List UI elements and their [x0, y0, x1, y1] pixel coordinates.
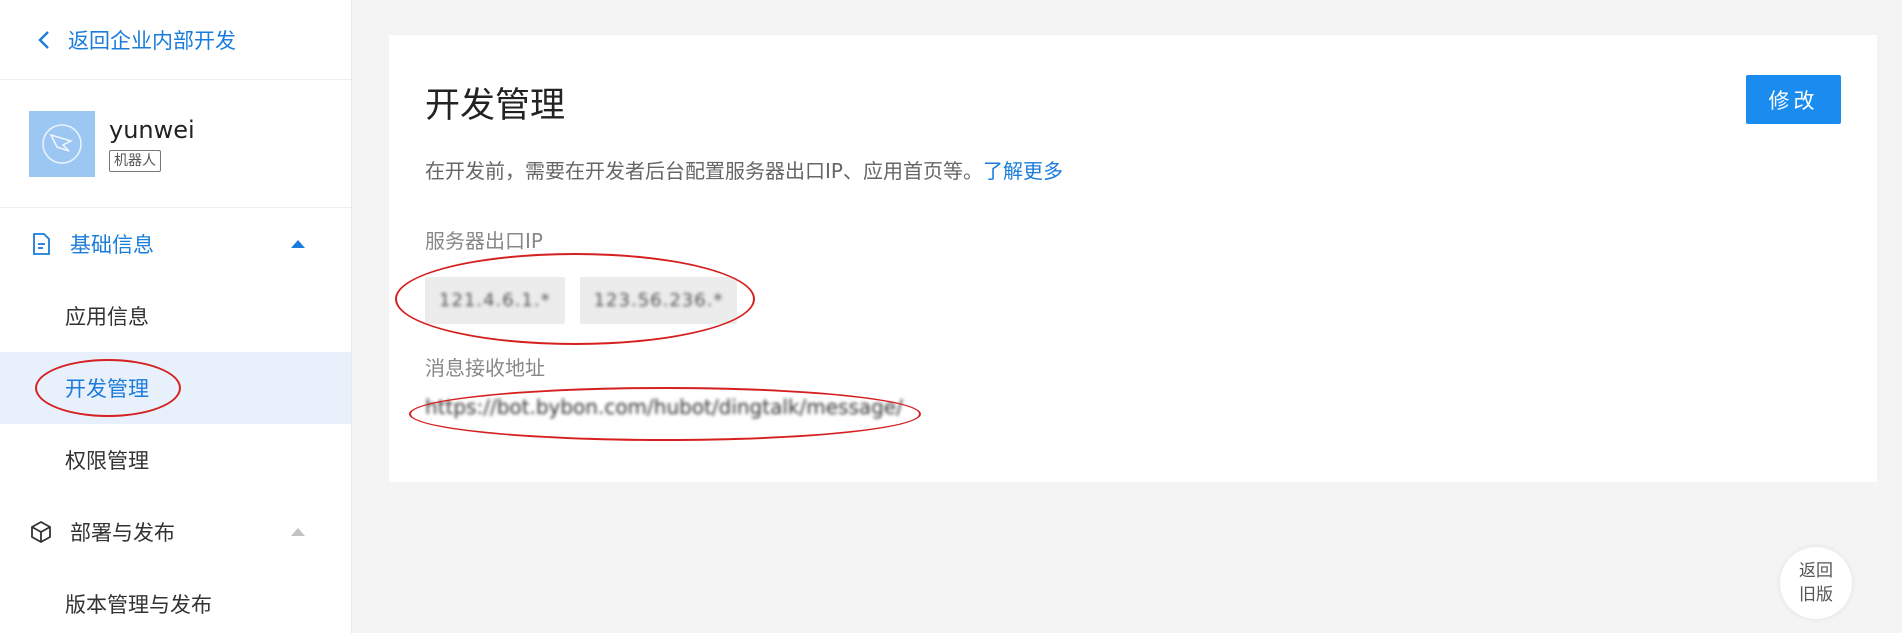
document-icon	[33, 233, 50, 255]
nav-group-label: 基础信息	[70, 233, 154, 257]
nav-group-label: 部署与发布	[70, 521, 175, 545]
dev-management-card: 开发管理 修改 在开发前，需要在开发者后台配置服务器出口IP、应用首页等。了解更…	[389, 35, 1877, 482]
back-link-label: 返回企业内部开发	[68, 28, 236, 53]
app-card: yunwei 机器人	[0, 80, 351, 208]
float-button-line1: 返回	[1799, 561, 1833, 581]
description-body: 在开发前，需要在开发者后台配置服务器出口IP、应用首页等。	[425, 159, 983, 183]
ip-chip: 123.56.236.*	[579, 277, 738, 324]
app-type-badge: 机器人	[109, 149, 161, 172]
nav-item-label: 权限管理	[65, 449, 149, 473]
cube-icon	[31, 520, 51, 544]
edit-button[interactable]: 修改	[1746, 75, 1841, 124]
message-url-value: https://bot.bybon.com/hubot/dingtalk/mes…	[425, 395, 903, 419]
ip-chip: 121.4.6.1.*	[425, 277, 565, 324]
learn-more-link[interactable]: 了解更多	[983, 159, 1063, 183]
nav-item-permission-management[interactable]: 权限管理	[0, 424, 351, 496]
caret-up-icon	[291, 240, 305, 248]
nav-item-label: 应用信息	[65, 305, 149, 329]
robot-wing-icon	[42, 123, 82, 164]
return-old-version-button[interactable]: 返回 旧版	[1780, 547, 1852, 619]
float-button-line2: 旧版	[1799, 585, 1833, 605]
nav-item-label: 开发管理	[65, 377, 149, 401]
nav-group-deploy-publish[interactable]: 部署与发布	[0, 496, 351, 568]
ip-value: 123.56.236.*	[593, 290, 724, 311]
server-ip-label: 服务器出口IP	[425, 229, 543, 253]
nav-item-version-management[interactable]: 版本管理与发布	[0, 568, 351, 633]
message-url-text: https://bot.bybon.com/hubot/dingtalk/mes…	[425, 395, 903, 419]
ip-value: 121.4.6.1.*	[439, 290, 551, 311]
nav-item-label: 版本管理与发布	[65, 593, 212, 617]
nav-item-dev-management[interactable]: 开发管理	[0, 352, 351, 424]
nav-group-basic-info[interactable]: 基础信息	[0, 208, 351, 280]
sidebar: 返回企业内部开发 yunwei 机器人 基础信息 应用信息 开发管理 权限管理	[0, 0, 352, 633]
server-ip-list: 121.4.6.1.* 123.56.236.*	[425, 277, 738, 324]
caret-up-icon	[291, 528, 305, 536]
app-avatar	[29, 110, 95, 177]
app-name: yunwei	[109, 115, 195, 144]
chevron-left-icon	[38, 30, 49, 49]
description-text: 在开发前，需要在开发者后台配置服务器出口IP、应用首页等。了解更多	[425, 155, 1063, 184]
back-link[interactable]: 返回企业内部开发	[0, 0, 351, 80]
nav-item-app-info[interactable]: 应用信息	[0, 280, 351, 352]
message-url-label: 消息接收地址	[425, 356, 545, 380]
page-title: 开发管理	[425, 86, 566, 126]
